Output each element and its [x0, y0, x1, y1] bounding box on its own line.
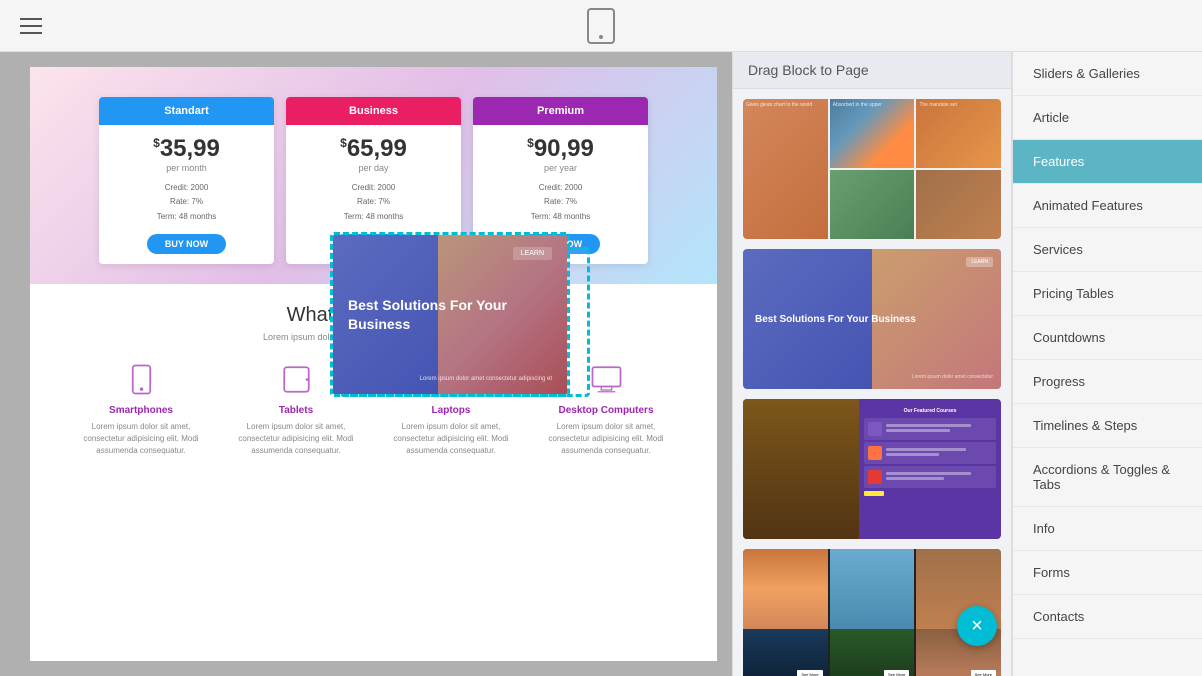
thumb-cell-green	[830, 170, 915, 239]
feature-desc-tablets: Lorem ipsum dolor sit amet, consectetur …	[226, 421, 366, 457]
thumb-cell-text-3: The mandate set	[916, 99, 1001, 111]
card-header-premium: Premium	[473, 97, 648, 125]
nav-item-pricing-tables[interactable]: Pricing Tables	[1013, 272, 1202, 316]
photo-col-1: Showcase See More	[743, 549, 828, 676]
nav-item-sliders[interactable]: Sliders & Galleries	[1013, 52, 1202, 96]
thumb-courses-image	[743, 399, 859, 539]
canvas-area: Standart $35,99 per month Credit: 2000 R…	[0, 52, 732, 676]
middle-panel: Drag Block to Page Gives glean chart to …	[732, 52, 1012, 676]
desktop-icon	[589, 362, 624, 397]
feature-name-smartphones: Smartphones	[71, 405, 211, 416]
thumb-biz-badge: LEARN	[966, 257, 993, 267]
price-business: $65,99	[294, 135, 453, 163]
course-text-2	[886, 448, 992, 458]
canvas-inner: Standart $35,99 per month Credit: 2000 R…	[30, 67, 717, 661]
course-cta-btn	[864, 491, 884, 496]
smartphone-icon	[124, 362, 159, 397]
card-header-standard: Standart	[99, 97, 274, 125]
photo-col-2: Coverage See More	[830, 549, 915, 676]
feature-desc-desktop: Lorem ipsum dolor sit amet, consectetur …	[536, 421, 676, 457]
period-premium: per year	[481, 163, 640, 173]
nav-item-forms[interactable]: Forms	[1013, 551, 1202, 595]
price-premium: $90,99	[481, 135, 640, 163]
nav-item-accordions[interactable]: Accordions & Toggles & Tabs	[1013, 448, 1202, 507]
nav-item-services[interactable]: Services	[1013, 228, 1202, 272]
details-business: Credit: 2000 Rate: 7% Term: 48 months	[294, 181, 453, 224]
feature-desc-smartphones: Lorem ipsum dolor sit amet, consectetur …	[71, 421, 211, 457]
see-more-btn-1[interactable]: See More	[797, 670, 822, 676]
nav-item-features[interactable]: Features	[1013, 140, 1202, 184]
course-dot-3	[868, 470, 882, 484]
thumb-cell-warm: Gives glean chart to the world	[743, 99, 828, 239]
buy-button-standard[interactable]: BUY NOW	[147, 234, 226, 254]
right-nav-panel: Sliders & Galleries Article Features Ani…	[1012, 52, 1202, 676]
course-item-2	[864, 442, 996, 464]
nav-item-progress[interactable]: Progress	[1013, 360, 1202, 404]
see-more-btn-2[interactable]: See More	[884, 670, 909, 676]
drag-preview-block[interactable]: Best Solutions For Your Business LEARN L…	[330, 232, 570, 397]
panel-scroll[interactable]: Gives glean chart to the world Absorbed …	[733, 89, 1011, 676]
top-bar	[0, 0, 1202, 52]
block-thumb-courses[interactable]: Our Featured Courses	[743, 399, 1001, 539]
details-premium: Credit: 2000 Rate: 7% Term: 48 months	[481, 181, 640, 224]
course-text-3	[886, 472, 992, 482]
course-item-1	[864, 418, 996, 440]
thumb-cell-sunset: The mandate set	[916, 99, 1001, 168]
hamburger-icon[interactable]	[20, 18, 42, 34]
thumb-cell-brown	[916, 170, 1001, 239]
courses-header: Our Featured Courses	[864, 404, 996, 418]
drag-preview-sub: Lorem ipsum dolor amet consectetur adipi…	[420, 375, 552, 384]
block-thumb-gallery[interactable]: Gives glean chart to the world Absorbed …	[743, 99, 1001, 239]
middle-panel-header: Drag Block to Page	[733, 52, 1011, 89]
close-fab-button[interactable]: ×	[957, 606, 997, 646]
photo-top-2	[830, 549, 915, 629]
photo-top-1	[743, 549, 828, 629]
nav-item-info[interactable]: Info	[1013, 507, 1202, 551]
price-standard: $35,99	[107, 135, 266, 163]
feature-name-desktop: Desktop Computers	[536, 405, 676, 416]
feature-name-laptops: Laptops	[381, 405, 521, 416]
feature-desc-laptops: Lorem ipsum dolor sit amet, consectetur …	[381, 421, 521, 457]
thumb-biz-text: Best Solutions For Your Business	[755, 313, 989, 326]
course-dot-2	[868, 446, 882, 460]
thumb-cell-sky: Absorbed in the upper	[830, 99, 915, 168]
block-thumb-business[interactable]: Best Solutions For Your Business LEARN L…	[743, 249, 1001, 389]
nav-item-timelines[interactable]: Timelines & Steps	[1013, 404, 1202, 448]
photo-bottom-2: Coverage See More	[830, 629, 915, 676]
card-body-standard: $35,99 per month Credit: 2000 Rate: 7% T…	[99, 125, 274, 264]
course-item-3	[864, 466, 996, 488]
nav-item-countdowns[interactable]: Countdowns	[1013, 316, 1202, 360]
period-standard: per month	[107, 163, 266, 173]
drag-preview-inner: Best Solutions For Your Business LEARN L…	[333, 235, 567, 394]
thumb-cell-text-2: Absorbed in the upper	[830, 99, 915, 111]
thumb-biz-desc: Lorem ipsum dolor amet consectetur	[912, 374, 993, 381]
thumb-cell-text-1: Gives glean chart to the world	[743, 99, 828, 111]
photo-bottom-1: Showcase See More	[743, 629, 828, 676]
drag-preview-text: Best Solutions For Your Business	[348, 296, 552, 332]
feature-name-tablets: Tablets	[226, 405, 366, 416]
main-layout: Standart $35,99 per month Credit: 2000 R…	[0, 52, 1202, 676]
feature-smartphones: Smartphones Lorem ipsum dolor sit amet, …	[71, 362, 211, 457]
nav-item-animated-features[interactable]: Animated Features	[1013, 184, 1202, 228]
tablet-icon[interactable]	[587, 8, 615, 44]
see-more-btn-3[interactable]: See More	[971, 670, 996, 676]
course-text-1	[886, 424, 992, 434]
card-header-business: Business	[286, 97, 461, 125]
pricing-section: Standart $35,99 per month Credit: 2000 R…	[30, 67, 717, 284]
thumb-courses-content: Our Featured Courses	[859, 399, 1001, 539]
nav-item-contacts[interactable]: Contacts	[1013, 595, 1202, 639]
nav-item-article[interactable]: Article	[1013, 96, 1202, 140]
period-business: per day	[294, 163, 453, 173]
course-dot-1	[868, 422, 882, 436]
drag-preview-badge: LEARN	[513, 247, 552, 260]
tablet-feature-icon	[279, 362, 314, 397]
pricing-card-standard: Standart $35,99 per month Credit: 2000 R…	[99, 97, 274, 264]
details-standard: Credit: 2000 Rate: 7% Term: 48 months	[107, 181, 266, 224]
